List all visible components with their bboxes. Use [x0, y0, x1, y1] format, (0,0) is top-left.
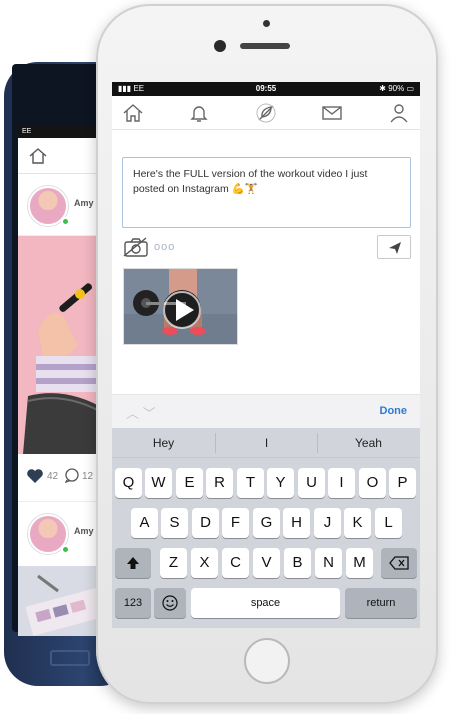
predictive-text-bar: Hey I Yeah — [112, 428, 420, 458]
shift-key[interactable] — [115, 548, 151, 578]
video-camera-icon[interactable] — [122, 236, 150, 258]
back-phone-recents-button — [50, 650, 90, 666]
composer-text[interactable]: Here's the FULL version of the workout v… — [133, 167, 400, 197]
field-navigation-arrows[interactable]: ︿ ﹀ — [126, 403, 156, 422]
key[interactable]: V — [253, 548, 280, 578]
emoji-key[interactable] — [154, 588, 186, 618]
battery-percent: 90% — [388, 84, 405, 93]
battery-label: ✱ 90% ▭ — [379, 84, 414, 93]
compose-feather-icon[interactable] — [255, 102, 277, 124]
messages-envelope-icon[interactable] — [321, 102, 343, 124]
earpiece-speaker — [240, 43, 290, 49]
prediction-2[interactable]: I — [215, 436, 318, 450]
comments-count: 12 — [82, 471, 94, 482]
more-options-dots[interactable]: ooo — [154, 241, 175, 253]
done-button[interactable]: Done — [380, 405, 408, 417]
key[interactable]: O — [359, 468, 386, 498]
key[interactable]: N — [315, 548, 342, 578]
numbers-key[interactable]: 123 — [115, 588, 151, 618]
send-button[interactable] — [377, 235, 411, 259]
status-bar: ▮▮▮ EE 09:55 ✱ 90% ▭ — [112, 82, 420, 96]
app-nav-bar — [112, 96, 420, 130]
key[interactable]: D — [192, 508, 219, 538]
key[interactable]: T — [237, 468, 264, 498]
key[interactable]: A — [131, 508, 158, 538]
key[interactable]: J — [314, 508, 341, 538]
key[interactable]: Q — [115, 468, 142, 498]
post-composer-input[interactable]: Here's the FULL version of the workout v… — [122, 157, 411, 228]
status-time: 09:55 — [255, 84, 277, 93]
attached-video-thumbnail[interactable] — [123, 268, 238, 345]
space-key[interactable]: space — [191, 588, 340, 618]
shift-arrow-icon — [127, 557, 139, 569]
keyboard-accessory-bar: ︿ ﹀ Done — [112, 394, 420, 428]
emoji-smiley-icon — [162, 595, 178, 611]
key[interactable]: W — [145, 468, 172, 498]
key[interactable]: L — [375, 508, 402, 538]
likes-count: 42 — [47, 471, 59, 482]
key[interactable]: C — [222, 548, 249, 578]
iphone-screen: ▮▮▮ EE 09:55 ✱ 90% ▭ Here's the FULL ver… — [112, 82, 420, 628]
key[interactable]: X — [191, 548, 218, 578]
prediction-1[interactable]: Hey — [112, 436, 215, 450]
comment-icon[interactable] — [64, 467, 80, 483]
key[interactable]: K — [344, 508, 371, 538]
composer-toolbar: ooo — [122, 234, 411, 260]
return-key[interactable]: return — [345, 588, 417, 618]
key[interactable]: I — [328, 468, 355, 498]
key[interactable]: Z — [160, 548, 187, 578]
ios-keyboard: Hey I Yeah Q W E R T Y U I O P A S D F G… — [112, 428, 420, 628]
key[interactable]: P — [389, 468, 416, 498]
key[interactable]: H — [283, 508, 310, 538]
username[interactable]: Amy — [74, 526, 94, 536]
workout-video-illustration — [124, 269, 237, 344]
backspace-icon — [389, 556, 409, 570]
profile-person-icon[interactable] — [388, 102, 410, 124]
home-icon[interactable] — [122, 102, 144, 124]
key[interactable]: Y — [267, 468, 294, 498]
key[interactable]: R — [206, 468, 233, 498]
backspace-key[interactable] — [381, 548, 417, 578]
key[interactable]: S — [161, 508, 188, 538]
bluetooth-icon: ✱ — [379, 84, 386, 93]
notifications-bell-icon[interactable] — [188, 102, 210, 124]
home-icon[interactable] — [28, 146, 48, 166]
key[interactable]: G — [253, 508, 280, 538]
battery-icon: ▭ — [406, 84, 414, 93]
online-indicator — [61, 545, 70, 554]
online-indicator — [61, 217, 70, 226]
key[interactable]: M — [346, 548, 373, 578]
send-arrow-icon — [389, 242, 401, 254]
key[interactable]: E — [176, 468, 203, 498]
heart-icon[interactable] — [26, 468, 44, 484]
proximity-sensor — [263, 20, 270, 27]
front-camera — [214, 40, 226, 52]
key[interactable]: F — [222, 508, 249, 538]
username[interactable]: Amy — [74, 198, 94, 208]
prediction-3[interactable]: Yeah — [317, 436, 420, 450]
home-button[interactable] — [244, 638, 290, 684]
key[interactable]: U — [298, 468, 325, 498]
key[interactable]: B — [284, 548, 311, 578]
